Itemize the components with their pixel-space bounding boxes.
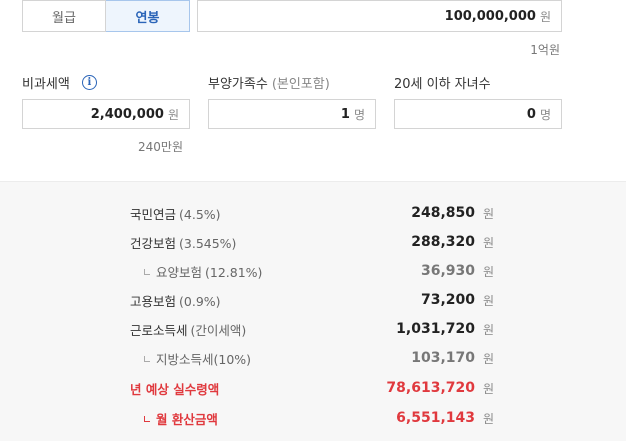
result-row-local-tax: 지방소득세(10%) 103,170 원 <box>130 348 495 368</box>
row-pct: (4.5%) <box>179 206 221 222</box>
row-amount: 78,613,720 <box>386 380 475 396</box>
result-row-income-tax: 근로소득세 (간이세액) 1,031,720 원 <box>130 319 495 339</box>
row-amount: 1,031,720 <box>396 321 475 337</box>
branch-icon <box>144 268 150 275</box>
row-amount: 288,320 <box>411 234 475 250</box>
row-pct: (간이세액) <box>190 322 247 338</box>
result-row-annual-net: 년 예상 실수령액 78,613,720 원 <box>130 378 495 398</box>
children-unit: 명 <box>539 107 551 122</box>
children-value: 0 <box>526 106 536 122</box>
row-amount: 248,850 <box>411 205 475 221</box>
row-amount: 103,170 <box>411 350 475 366</box>
dependents-label-group: 부양가족수 (본인포함) <box>208 73 330 92</box>
tab-monthly[interactable]: 월급 <box>22 0 106 32</box>
nontax-input[interactable]: 2,400,000 원 <box>22 99 190 129</box>
result-row-longterm-care: 요양보험 (12.81%) 36,930 원 <box>130 261 495 281</box>
result-row-health: 건강보험 (3.545%) 288,320 원 <box>130 232 495 252</box>
row-unit: 원 <box>483 235 495 250</box>
row-unit: 원 <box>483 381 495 396</box>
row-label: 건강보험 <box>130 235 177 251</box>
row-unit: 원 <box>483 293 495 308</box>
row-label: 월 환산금액 <box>156 411 218 427</box>
children-label: 20세 이하 자녀수 <box>394 77 491 92</box>
row-pct: (12.81%) <box>205 264 263 280</box>
salary-unit: 원 <box>539 9 551 24</box>
dependents-value: 1 <box>340 106 350 122</box>
row-label: 요양보험 <box>156 264 203 280</box>
nontax-hint: 240만원 <box>138 140 183 154</box>
result-row-pension: 국민연금 (4.5%) 248,850 원 <box>130 203 495 223</box>
row-unit: 원 <box>483 322 495 337</box>
row-unit: 원 <box>483 264 495 279</box>
children-label-group: 20세 이하 자녀수 <box>394 73 491 92</box>
dependents-sublabel: (본인포함) <box>271 77 330 92</box>
row-unit: 원 <box>483 351 495 366</box>
dependents-unit: 명 <box>353 107 365 122</box>
row-amount: 36,930 <box>420 263 475 279</box>
salary-value: 100,000,000 <box>444 8 536 24</box>
row-label: 국민연금 <box>130 206 177 222</box>
children-input[interactable]: 0 명 <box>394 99 562 129</box>
salary-hint: 1억원 <box>530 43 560 57</box>
branch-icon <box>144 415 150 422</box>
nontax-label: 비과세액 <box>22 77 70 92</box>
result-row-employment: 고용보험 (0.9%) 73,200 원 <box>130 290 495 310</box>
tab-annual[interactable]: 연봉 <box>106 0 190 32</box>
row-pct: (3.545%) <box>179 235 237 251</box>
nontax-value: 2,400,000 <box>90 106 164 122</box>
row-label: 지방소득세(10%) <box>156 351 252 367</box>
row-label: 근로소득세 <box>130 322 188 338</box>
dependents-input[interactable]: 1 명 <box>208 99 376 129</box>
result-row-monthly-net: 월 환산금액 6,551,143 원 <box>130 408 495 428</box>
branch-icon <box>144 355 150 362</box>
row-label: 년 예상 실수령액 <box>130 381 220 397</box>
nontax-label-group: 비과세액 i <box>22 73 97 92</box>
nontax-unit: 원 <box>167 107 179 122</box>
row-amount: 73,200 <box>420 292 475 308</box>
row-unit: 원 <box>483 206 495 221</box>
salary-input[interactable]: 100,000,000 원 <box>197 0 562 32</box>
result-panel: 국민연금 (4.5%) 248,850 원 건강보험 (3.545%) 288,32… <box>0 181 626 441</box>
row-label: 고용보험 <box>130 293 177 309</box>
pay-type-tabs: 월급 연봉 <box>22 0 190 32</box>
row-pct: (0.9%) <box>179 293 221 309</box>
dependents-label: 부양가족수 <box>208 77 268 92</box>
row-amount: 6,551,143 <box>396 410 475 426</box>
info-icon[interactable]: i <box>81 75 97 90</box>
row-unit: 원 <box>483 411 495 426</box>
